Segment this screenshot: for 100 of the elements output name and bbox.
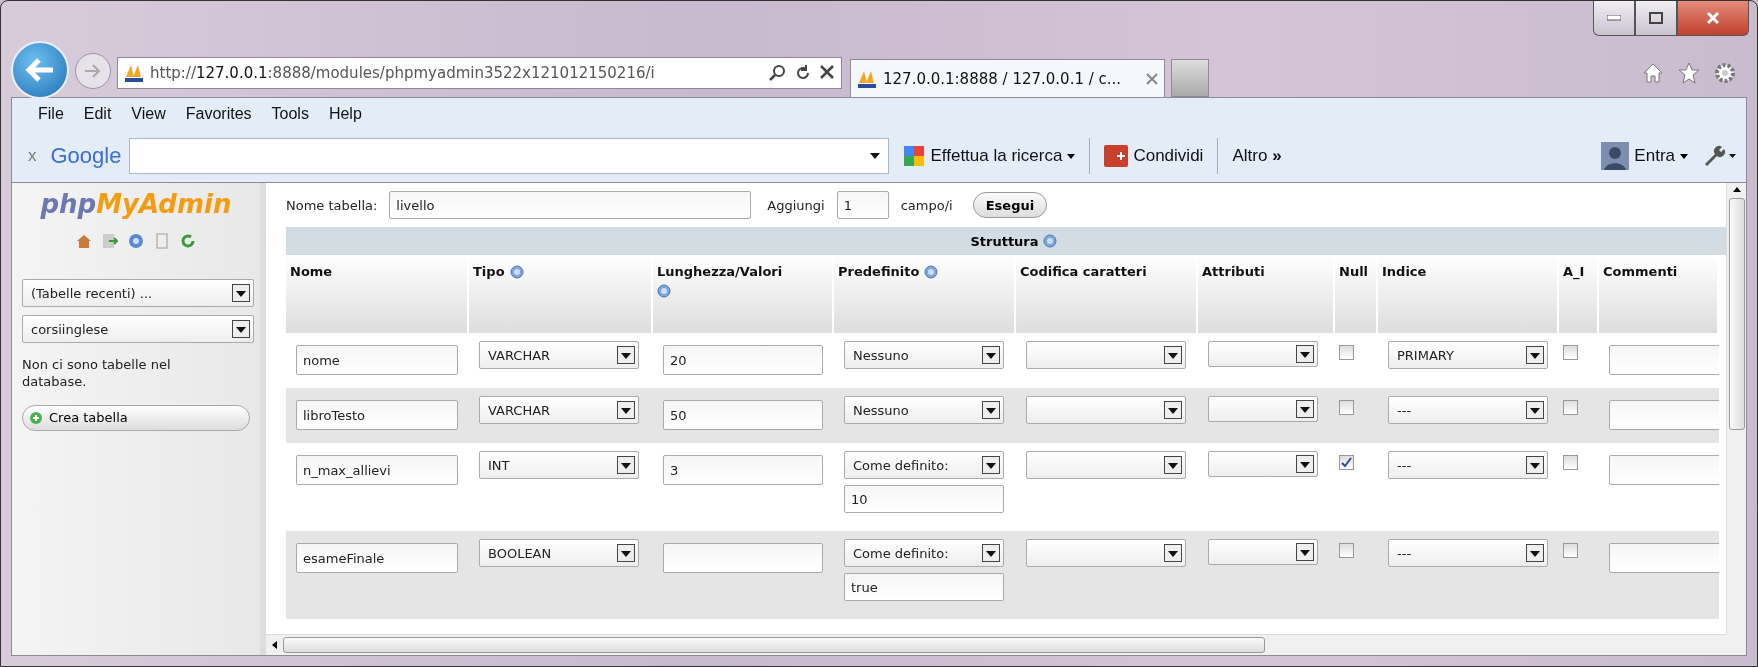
dropdown[interactable]: --- [1388, 539, 1548, 567]
dropdown[interactable] [1026, 451, 1186, 479]
column-title: Attributi [1202, 264, 1265, 279]
search-button[interactable]: Effettua la ricerca [897, 145, 1082, 167]
field-count-field[interactable]: 1 [836, 191, 889, 219]
help-icon[interactable] [657, 283, 671, 298]
dropdown[interactable]: Come definito: [844, 451, 1004, 479]
caret-icon[interactable] [870, 153, 881, 159]
address-bar[interactable]: http://127.0.0.1:8888/modules/phpmyadmin3522x121012150216/i [117, 57, 842, 89]
checkbox[interactable] [1563, 455, 1578, 470]
checkbox[interactable] [1339, 400, 1354, 415]
dropdown[interactable] [1208, 451, 1318, 477]
length-field[interactable]: 3 [663, 455, 823, 485]
share-button[interactable]: Condividi [1098, 145, 1210, 167]
menu-item[interactable]: Help [328, 105, 362, 123]
column-title: Tipo [473, 264, 505, 279]
dropdown[interactable] [1026, 341, 1186, 369]
checkbox[interactable] [1339, 455, 1354, 470]
checkbox[interactable] [1563, 400, 1578, 415]
comment-field[interactable] [1609, 345, 1719, 375]
dropdown[interactable]: VARCHAR [479, 341, 639, 369]
create-table-button[interactable]: Crea tabella [22, 404, 250, 431]
dropdown[interactable]: INT [479, 451, 639, 479]
comment-field[interactable] [1609, 455, 1719, 485]
length-field[interactable]: 50 [663, 400, 823, 430]
empty-message: Non ci sono tabelle nel database. [22, 357, 172, 391]
name-field[interactable]: nome [296, 345, 458, 375]
dropdown[interactable]: VARCHAR [479, 396, 639, 424]
stop-icon[interactable] [819, 64, 835, 80]
caret-icon [1296, 400, 1314, 418]
close-toolbar-button[interactable]: x [22, 146, 43, 166]
dropdown[interactable]: Come definito: [844, 539, 1004, 567]
checkbox[interactable] [1563, 345, 1578, 360]
dropdown[interactable] [1208, 396, 1318, 422]
length-field[interactable] [663, 543, 823, 573]
table-name-field[interactable]: livello [389, 191, 752, 219]
menu-item[interactable]: File [38, 105, 64, 123]
minimize-icon[interactable] [1607, 15, 1621, 21]
length-field[interactable]: 20 [663, 345, 823, 375]
help-icon[interactable] [1042, 234, 1057, 248]
browser-tab[interactable]: 127.0.0.1:8888 / 127.0.0.1 / c... [850, 59, 1165, 97]
home-icon[interactable] [76, 233, 92, 249]
exit-icon[interactable] [102, 233, 118, 249]
dropdown[interactable]: Nessuno [844, 396, 1004, 424]
scroll-left-icon[interactable] [272, 641, 277, 649]
menu-item[interactable]: Edit [83, 105, 112, 123]
go-button[interactable]: Esegui [972, 192, 1048, 218]
dropdown[interactable]: --- [1388, 451, 1548, 479]
back-button[interactable] [11, 41, 69, 99]
checkbox[interactable] [1339, 543, 1354, 558]
search-field[interactable] [129, 138, 890, 174]
maximize-icon[interactable] [1649, 12, 1663, 24]
column-title: Indice [1382, 264, 1427, 279]
vertical-scrollbar[interactable] [1726, 183, 1746, 635]
horizontal-scrollbar[interactable] [266, 634, 1746, 655]
tiles-icon [903, 145, 926, 167]
scroll-thumb[interactable] [283, 637, 1265, 653]
dropdown[interactable]: PRIMARY [1388, 341, 1548, 369]
caret-icon [982, 544, 1000, 562]
comment-field[interactable] [1609, 543, 1719, 573]
help-icon[interactable] [509, 264, 524, 279]
new-tab-button[interactable] [1171, 59, 1209, 97]
dropdown[interactable] [1208, 341, 1318, 367]
menu-item[interactable]: Tools [271, 105, 309, 123]
help-icon[interactable] [924, 264, 939, 279]
caret-icon [982, 346, 1000, 364]
refresh-icon[interactable] [795, 64, 811, 82]
close-icon[interactable] [1146, 72, 1158, 85]
column-title: Commenti [1603, 264, 1678, 279]
help-icon[interactable] [128, 233, 144, 249]
settings-icon[interactable] [1713, 61, 1737, 85]
menu-item[interactable]: View [131, 105, 166, 123]
scroll-thumb[interactable] [1728, 198, 1745, 430]
caret-icon [617, 544, 635, 562]
more-button[interactable]: Altro » [1226, 146, 1288, 166]
name-field[interactable]: libroTesto [296, 400, 458, 430]
dropdown[interactable] [1208, 539, 1318, 565]
home-icon[interactable] [1641, 61, 1665, 85]
dropdown[interactable]: (Tabelle recenti) ... [22, 279, 254, 307]
column-title: Nome [290, 264, 333, 279]
dropdown[interactable]: --- [1388, 396, 1548, 424]
default-value-field[interactable]: 10 [844, 485, 1004, 513]
dropdown[interactable]: corsiinglese [22, 315, 254, 343]
sign-in-button[interactable]: Entra [1595, 142, 1694, 170]
checkbox[interactable] [1339, 345, 1354, 360]
search-icon[interactable] [769, 64, 787, 82]
dropdown[interactable]: Nessuno [844, 341, 1004, 369]
scroll-up-icon[interactable] [1732, 187, 1741, 192]
menu-item[interactable]: Favorites [185, 105, 252, 123]
name-field[interactable]: n_max_allievi [296, 455, 458, 485]
comment-field[interactable] [1609, 400, 1719, 430]
name-field[interactable]: esameFinale [296, 543, 458, 573]
dropdown[interactable] [1026, 396, 1186, 424]
checkbox[interactable] [1563, 543, 1578, 558]
default-value-field[interactable]: true [844, 573, 1004, 601]
forward-button[interactable] [75, 53, 111, 89]
dropdown[interactable] [1026, 539, 1186, 567]
dropdown[interactable]: BOOLEAN [479, 539, 639, 567]
reload-icon[interactable] [180, 233, 196, 249]
star-icon[interactable] [1677, 61, 1701, 85]
